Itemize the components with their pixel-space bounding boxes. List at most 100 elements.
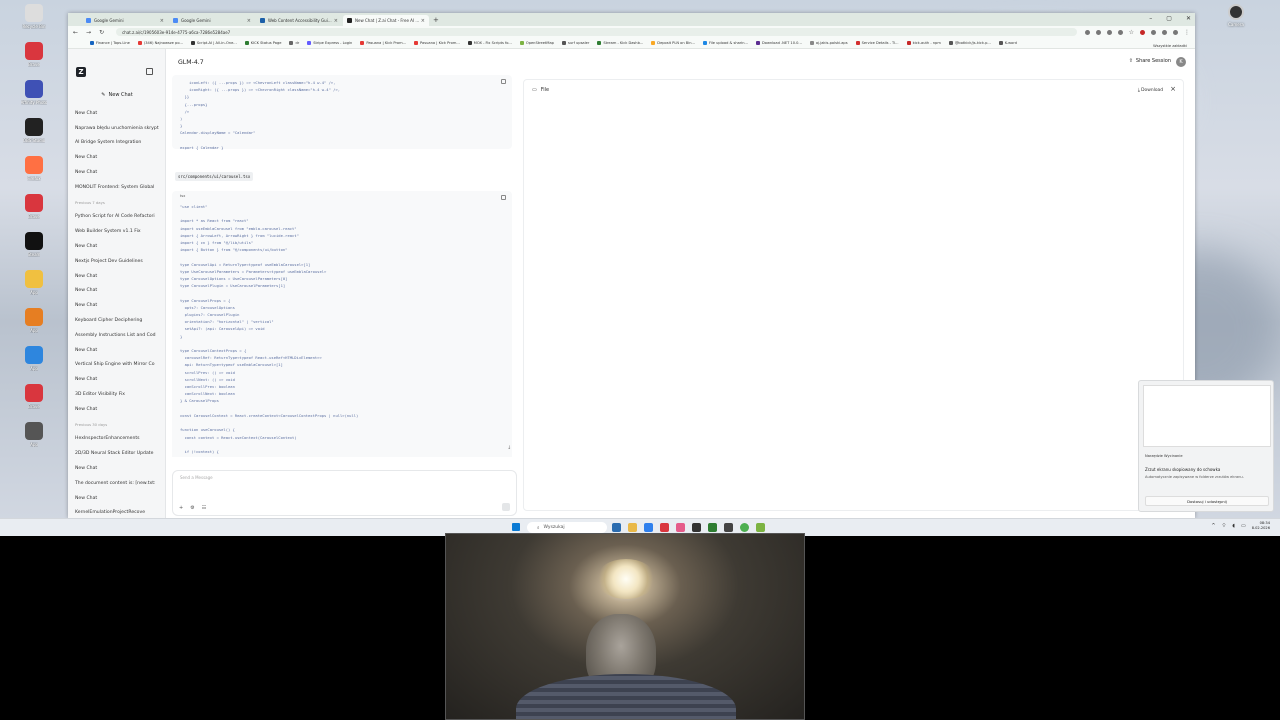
history-item[interactable]: 3D Editor Visibility Fix (68, 387, 166, 402)
history-item[interactable]: Nextjs Project Dev Guidelines (68, 254, 166, 269)
history-item[interactable]: New Chat (68, 461, 166, 476)
close-tab-icon[interactable]: × (247, 18, 251, 24)
sidebar-toggle-icon[interactable] (146, 68, 153, 75)
close-tab-icon[interactable]: × (421, 18, 425, 24)
message-input-box[interactable]: Send a Message + ⚙ ☷ (172, 470, 517, 516)
volume-icon[interactable]: ◖ (1232, 523, 1235, 529)
app-icon[interactable] (644, 523, 653, 532)
url-input[interactable]: chat.z.ai/c/1905603e-914e-4775-a6ca-7286… (116, 28, 1077, 36)
history-item[interactable]: 2D/3D Neural Stack Editor Update (68, 446, 166, 461)
history-item[interactable]: New Chat (68, 106, 166, 121)
history-item[interactable]: Keyboard Cipher Deciphering (68, 313, 166, 328)
history-item[interactable]: New Chat (68, 298, 166, 313)
new-chat-button[interactable]: ✎ New Chat (78, 89, 156, 101)
desktop-icon[interactable]: App (6, 308, 62, 333)
close-icon[interactable]: × (1170, 85, 1176, 93)
close-tab-icon[interactable]: × (160, 18, 164, 24)
clock[interactable]: 08:34 8.02.2026 (1252, 521, 1270, 531)
bookmark-item[interactable]: (346) Najnowsze po... (137, 41, 183, 45)
settings-icon[interactable]: ☷ (202, 505, 206, 511)
extension-icon[interactable] (1095, 29, 1101, 35)
bookmark-item[interactable]: File upload & sharin... (702, 41, 748, 45)
history-item[interactable]: Python Script for AI Code Refactori (68, 210, 166, 225)
file-explorer-icon[interactable] (628, 523, 637, 532)
bookmark-item[interactable]: Pasuana | Kick Prom... (360, 41, 406, 45)
desktop-icon[interactable]: Recycle Bin (6, 4, 62, 29)
maximize-icon[interactable]: ▢ (1166, 15, 1172, 22)
desktop-icon[interactable]: Steam (6, 232, 62, 257)
app-icon[interactable] (676, 523, 685, 532)
close-window-icon[interactable]: ✕ (1186, 15, 1191, 22)
minimize-icon[interactable]: – (1149, 15, 1152, 22)
bookmark-item[interactable]: Stream - Kick Dashb... (597, 41, 643, 45)
task-view-icon[interactable] (612, 523, 621, 532)
app-icon[interactable] (708, 523, 717, 532)
notification-action-button[interactable]: Dostosuj i udostępnij (1145, 496, 1269, 506)
screenshot-thumbnail[interactable] (1143, 385, 1271, 447)
zai-logo-icon[interactable]: Z (76, 67, 86, 77)
model-selector[interactable]: GLM-4.7 (178, 59, 204, 66)
all-bookmarks[interactable]: Wszystkie zakładki (1153, 44, 1187, 48)
desktop-icon[interactable]: Brave (6, 384, 62, 409)
brave-icon[interactable] (660, 523, 669, 532)
forward-icon[interactable]: → (86, 29, 91, 36)
bookmark-item[interactable]: K-word (998, 41, 1017, 45)
network-icon[interactable]: ⌔ (1222, 523, 1227, 529)
terminal-icon[interactable] (724, 523, 733, 532)
history-item[interactable]: Naprawa błędu uruchomienia skrypt (68, 121, 166, 136)
history-item[interactable]: AI Bridge System Integration (68, 136, 166, 151)
start-icon[interactable] (512, 523, 520, 531)
close-tab-icon[interactable]: × (334, 18, 338, 24)
bookmark-item[interactable]: Deposit PLN on Bin... (651, 41, 695, 45)
reload-icon[interactable]: ↻ (99, 29, 104, 36)
download-button[interactable]: ⤓ Download (1138, 87, 1163, 93)
message-input[interactable]: Send a Message (180, 475, 213, 480)
avatar[interactable]: K (1176, 57, 1186, 67)
desktop-icon[interactable]: App (6, 270, 62, 295)
history-item[interactable]: Vertical Ship Engine with Mirror Co (68, 358, 166, 373)
bookmark-item[interactable]: OpenStreetMap (519, 41, 554, 45)
bookmark-item[interactable]: kick-auth - npm (906, 41, 941, 45)
bookmark-item[interactable]: @botkick/js-kick.p... (948, 41, 991, 45)
bookmark-item[interactable]: surf upsaler (561, 41, 589, 45)
bookmark-item[interactable]: MOX - Fix Scripts fo... (467, 41, 512, 45)
history-item[interactable]: New Chat (68, 372, 166, 387)
file-name-chip[interactable]: src/components/ui/carousel.tsx (175, 172, 254, 181)
history-item[interactable]: The document content is: [new.txt: (68, 476, 166, 491)
new-tab-button[interactable]: + (433, 15, 439, 26)
browser-tab[interactable]: Web Content Accessibility Gui... × (256, 15, 342, 26)
menu-icon[interactable]: ⋮ (1184, 29, 1190, 36)
taskbar-search[interactable]: ⌕ Wyszukaj (527, 522, 607, 533)
chrome-icon[interactable] (740, 523, 749, 532)
extension-icon[interactable] (1151, 29, 1156, 35)
copy-icon[interactable] (501, 195, 506, 200)
bookmark-item[interactable]: aj.jakis-polski.aps (809, 41, 848, 45)
desktop-icon[interactable]: Affinity Photo (6, 80, 62, 105)
send-button[interactable] (502, 503, 510, 511)
desktop-icon[interactable]: OBS Studio (6, 118, 62, 143)
bookmark-item[interactable]: Finance | Tops.Line (90, 41, 130, 45)
scroll-down-icon[interactable]: ↓ (507, 445, 511, 451)
bookmark-item[interactable]: Service Details - Ti... (855, 41, 899, 45)
browser-tab[interactable]: Google Gemini × (82, 15, 168, 26)
history-item[interactable]: New Chat (68, 150, 166, 165)
extension-icon[interactable] (1162, 29, 1167, 35)
desktop-icon[interactable]: Brave (6, 194, 62, 219)
desktop-icon-right[interactable]: Camera (1206, 4, 1266, 27)
history-item[interactable]: HexInspectorEnhancements (68, 432, 166, 447)
bookmark-item[interactable]: Script-AI | All-in-One... (190, 41, 237, 45)
extension-icon[interactable] (1140, 29, 1145, 35)
profile-icon[interactable] (1173, 29, 1178, 35)
history-item[interactable]: New Chat (68, 239, 166, 254)
desktop-icon[interactable]: Brave (6, 42, 62, 67)
share-session-button[interactable]: ⇪ Share Session (1129, 58, 1171, 64)
bookmark-item[interactable]: Download .NET 10.0... (755, 41, 802, 45)
app-icon[interactable] (692, 523, 701, 532)
history-item[interactable]: New Chat (68, 269, 166, 284)
history-item[interactable]: New Chat (68, 284, 166, 299)
snip-notification[interactable]: Narzędzie Wycinanie Zrzut ekranu skopiow… (1138, 380, 1274, 512)
battery-icon[interactable]: ▭ (1241, 523, 1246, 529)
bookmark-item[interactable]: dr (289, 41, 299, 45)
extension-icon[interactable] (1084, 29, 1090, 35)
history-item[interactable]: New Chat (68, 165, 166, 180)
